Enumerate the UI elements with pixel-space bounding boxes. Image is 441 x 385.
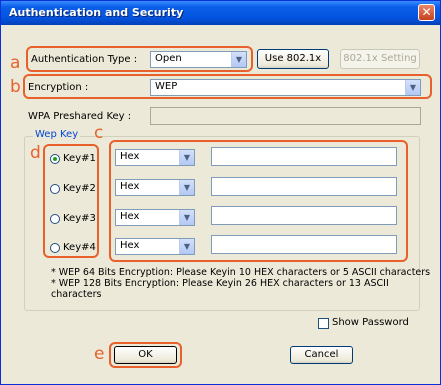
chevron-down-icon[interactable]: ▼ xyxy=(179,239,194,254)
chevron-down-icon[interactable]: ▼ xyxy=(405,80,420,95)
encryption-label: Encryption : xyxy=(28,82,89,93)
auth-type-value: Open xyxy=(155,53,182,64)
annotation-letter-b: b xyxy=(10,77,21,97)
key1-input[interactable] xyxy=(211,147,397,166)
key2-input[interactable] xyxy=(211,177,397,196)
ok-button[interactable]: OK xyxy=(114,346,177,364)
key4-format-select[interactable]: Hex ▼ xyxy=(115,238,195,255)
note-wep128-cont: characters xyxy=(51,289,102,300)
annotation-letter-c: c xyxy=(94,123,104,143)
key4-format-value: Hex xyxy=(120,240,140,251)
window-title: Authentication and Security xyxy=(9,6,184,19)
wpa-key-field[interactable] xyxy=(150,107,421,125)
use-8021x-button[interactable]: Use 802.1x xyxy=(257,49,329,69)
encryption-select[interactable]: WEP ▼ xyxy=(150,79,421,96)
key2-radio[interactable] xyxy=(50,184,60,194)
key3-format-value: Hex xyxy=(120,211,140,222)
chevron-down-icon[interactable]: ▼ xyxy=(179,150,194,165)
cancel-button[interactable]: Cancel xyxy=(290,346,353,364)
title-bar[interactable]: Authentication and Security ✕ xyxy=(1,1,440,25)
annotation-letter-e: e xyxy=(94,344,105,364)
chevron-down-icon[interactable]: ▼ xyxy=(179,180,194,195)
key1-label: Key#1 xyxy=(63,153,96,164)
note-wep64: * WEP 64 Bits Encryption: Please Keyin 1… xyxy=(51,267,431,278)
8021x-setting-button[interactable]: 802.1x Setting xyxy=(340,49,420,69)
annotation-letter-a: a xyxy=(10,53,21,73)
chevron-down-icon[interactable]: ▼ xyxy=(179,210,194,225)
auth-type-label: Authentication Type : xyxy=(31,54,138,65)
key4-radio[interactable] xyxy=(50,243,60,253)
auth-type-select[interactable]: Open ▼ xyxy=(150,51,247,68)
key3-input[interactable] xyxy=(211,206,397,225)
key3-label: Key#3 xyxy=(63,213,96,224)
key3-radio[interactable] xyxy=(50,214,60,224)
show-password-label: Show Password xyxy=(332,317,409,328)
key3-format-select[interactable]: Hex ▼ xyxy=(115,209,195,226)
wpa-key-label: WPA Preshared Key : xyxy=(28,111,132,122)
key1-format-select[interactable]: Hex ▼ xyxy=(115,149,195,166)
key4-label: Key#4 xyxy=(63,242,96,253)
annotation-letter-d: d xyxy=(30,143,41,163)
note-wep128: * WEP 128 Bits Encryption: Please Keyin … xyxy=(51,278,389,289)
key2-label: Key#2 xyxy=(63,183,96,194)
key2-format-select[interactable]: Hex ▼ xyxy=(115,179,195,196)
key1-format-value: Hex xyxy=(120,151,140,162)
key2-format-value: Hex xyxy=(120,181,140,192)
key4-input[interactable] xyxy=(211,235,397,254)
dialog-window: Authentication and Security ✕ a Authenti… xyxy=(0,0,441,385)
chevron-down-icon[interactable]: ▼ xyxy=(231,52,246,67)
key1-radio[interactable] xyxy=(50,154,60,164)
show-password-checkbox[interactable] xyxy=(318,318,329,329)
close-icon[interactable]: ✕ xyxy=(418,4,435,21)
encryption-value: WEP xyxy=(155,81,178,92)
wep-key-group-label: Wep Key xyxy=(33,129,81,140)
